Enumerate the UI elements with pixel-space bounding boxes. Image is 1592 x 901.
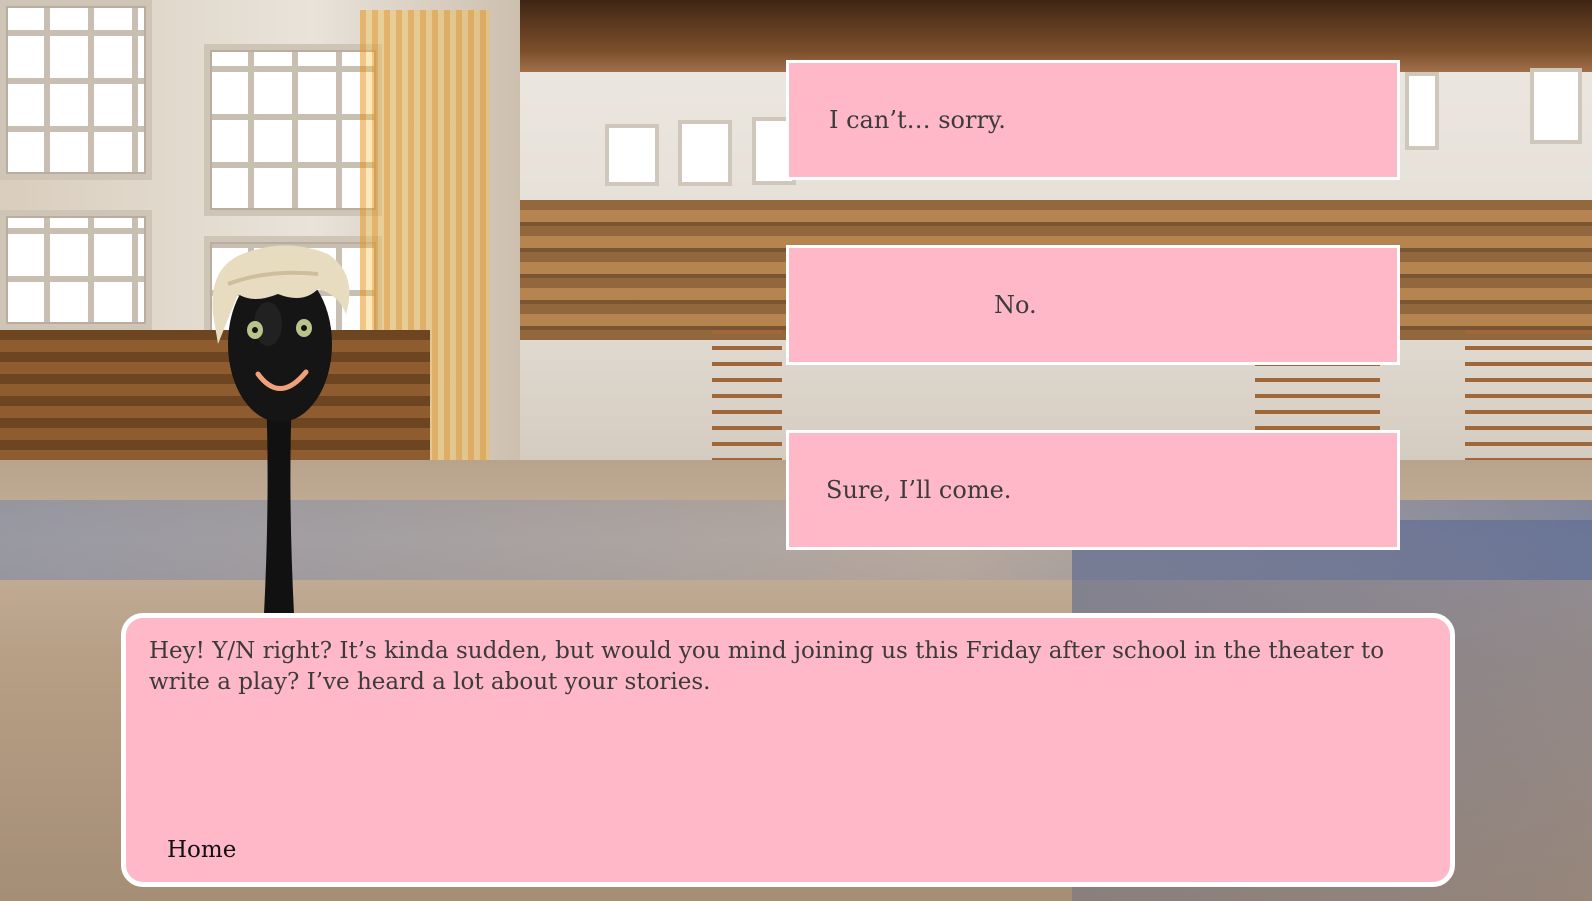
- dialogue-text: Hey! Y/N right? It’s kinda sudden, but w…: [149, 638, 1385, 695]
- choice-button-accept[interactable]: Sure, I’ll come.: [786, 430, 1400, 550]
- character-sprite: [208, 244, 353, 614]
- home-button[interactable]: Home: [167, 837, 236, 863]
- choice-label: I can’t… sorry.: [829, 106, 1006, 134]
- game-scene: I can’t… sorry. No. Sure, I’ll come. Hey…: [0, 0, 1592, 901]
- choice-label: Sure, I’ll come.: [826, 476, 1012, 504]
- choice-label: No.: [994, 291, 1037, 319]
- choice-button-decline-sorry[interactable]: I can’t… sorry.: [786, 60, 1400, 180]
- dialogue-box: Hey! Y/N right? It’s kinda sudden, but w…: [121, 613, 1455, 887]
- spoon-character-icon: [212, 245, 350, 614]
- choice-button-no[interactable]: No.: [786, 245, 1400, 365]
